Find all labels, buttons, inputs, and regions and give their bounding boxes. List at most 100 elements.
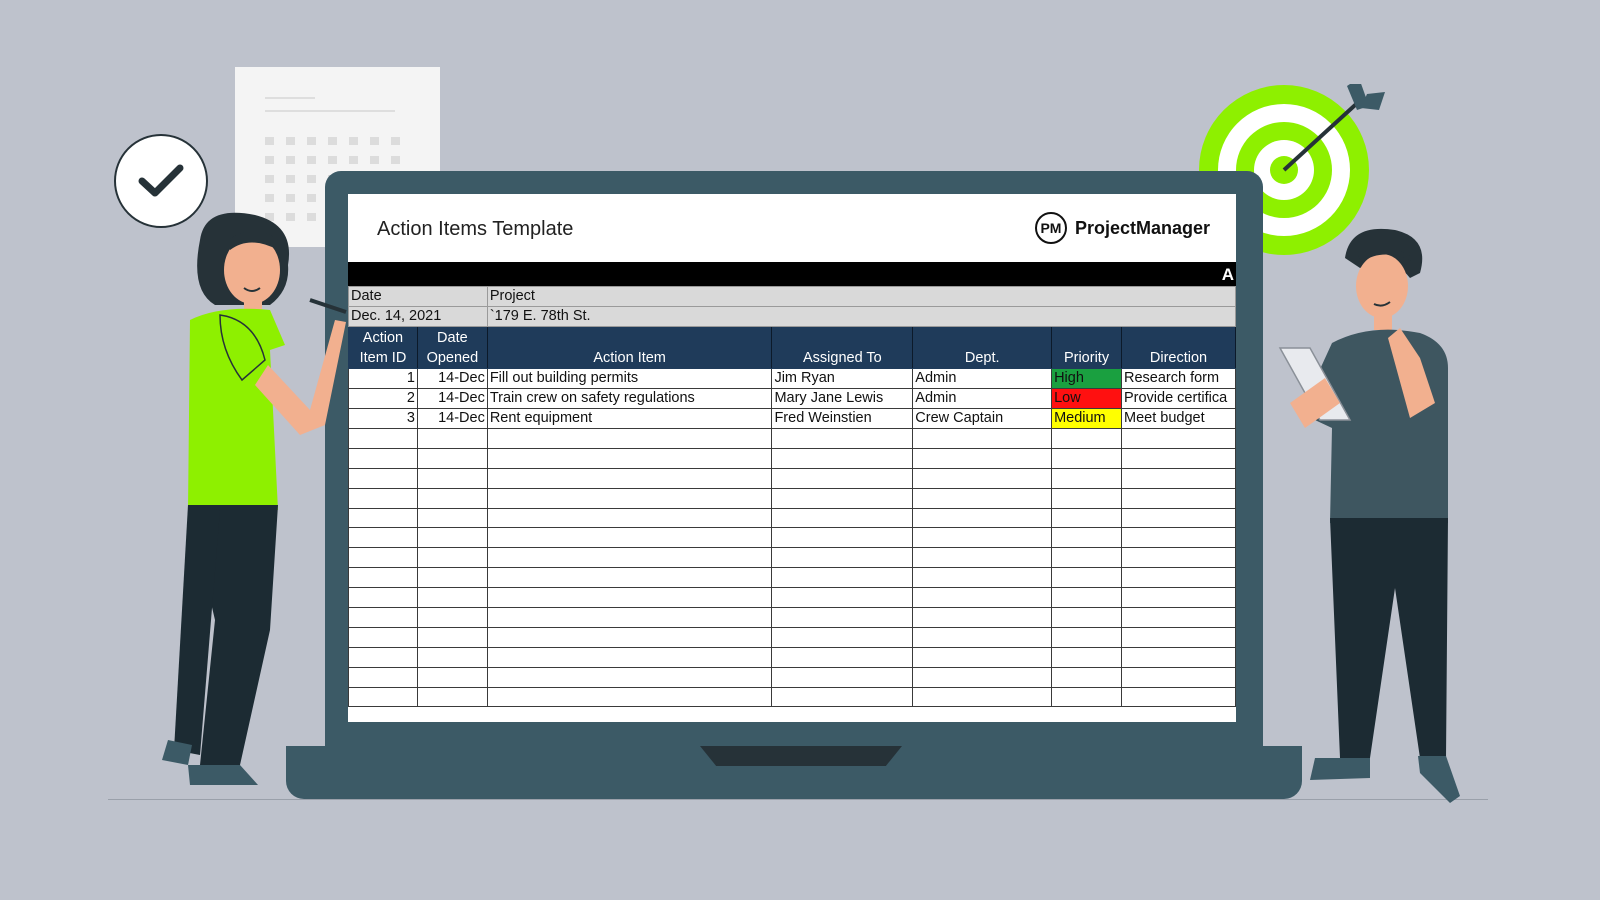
- empty-cell[interactable]: [771, 666, 914, 688]
- empty-cell[interactable]: [1051, 587, 1122, 609]
- empty-cell[interactable]: [416, 487, 488, 509]
- empty-cell[interactable]: [486, 428, 773, 449]
- empty-cell[interactable]: [1051, 547, 1122, 569]
- header-dept[interactable]: Dept.: [912, 326, 1053, 369]
- empty-cell[interactable]: [1051, 428, 1122, 449]
- empty-cell[interactable]: [416, 428, 488, 449]
- empty-cell[interactable]: [1120, 626, 1236, 648]
- header-priority[interactable]: Priority: [1051, 326, 1122, 369]
- empty-cell[interactable]: [416, 646, 488, 668]
- empty-cell[interactable]: [771, 487, 914, 509]
- empty-cell[interactable]: [416, 467, 488, 489]
- empty-cell[interactable]: [912, 686, 1053, 708]
- empty-cell[interactable]: [771, 527, 914, 549]
- empty-cell[interactable]: [1051, 467, 1122, 489]
- empty-cell[interactable]: [486, 487, 773, 509]
- cell-dept[interactable]: Crew Captain: [912, 408, 1053, 429]
- empty-cell[interactable]: [416, 587, 488, 609]
- empty-cell[interactable]: [771, 607, 914, 628]
- empty-cell[interactable]: [1120, 646, 1236, 668]
- cell-direction[interactable]: Research form: [1120, 368, 1236, 389]
- empty-cell[interactable]: [912, 547, 1053, 569]
- empty-cell[interactable]: [486, 587, 773, 609]
- empty-cell[interactable]: [912, 507, 1053, 529]
- empty-cell[interactable]: [416, 666, 488, 688]
- empty-cell[interactable]: [912, 527, 1053, 549]
- empty-cell[interactable]: [416, 527, 488, 549]
- empty-cell[interactable]: [1051, 686, 1122, 708]
- date-value[interactable]: Dec. 14, 2021: [348, 306, 488, 327]
- empty-cell[interactable]: [486, 467, 773, 489]
- cell-dept[interactable]: Admin: [912, 368, 1053, 389]
- cell-action-item[interactable]: Fill out building permits: [486, 368, 773, 389]
- empty-cell[interactable]: [912, 447, 1053, 469]
- empty-cell[interactable]: [486, 666, 773, 688]
- date-label[interactable]: Date: [348, 286, 488, 307]
- empty-cell[interactable]: [416, 607, 488, 628]
- empty-cell[interactable]: [1120, 666, 1236, 688]
- empty-cell[interactable]: [1120, 487, 1236, 509]
- empty-cell[interactable]: [771, 567, 914, 589]
- cell-date-opened[interactable]: 14-Dec: [416, 408, 488, 429]
- empty-cell[interactable]: [1051, 447, 1122, 469]
- empty-cell[interactable]: [486, 507, 773, 529]
- empty-cell[interactable]: [912, 626, 1053, 648]
- empty-cell[interactable]: [1120, 547, 1236, 569]
- empty-cell[interactable]: [1051, 527, 1122, 549]
- cell-assigned-to[interactable]: Fred Weinstien: [771, 408, 914, 429]
- empty-cell[interactable]: [416, 447, 488, 469]
- cell-assigned-to[interactable]: Jim Ryan: [771, 368, 914, 389]
- empty-cell[interactable]: [486, 686, 773, 708]
- empty-cell[interactable]: [771, 428, 914, 449]
- empty-cell[interactable]: [1051, 487, 1122, 509]
- empty-cell[interactable]: [1120, 587, 1236, 609]
- empty-cell[interactable]: [486, 646, 773, 668]
- empty-cell[interactable]: [771, 587, 914, 609]
- header-direction[interactable]: Direction: [1120, 326, 1236, 369]
- cell-date-opened[interactable]: 14-Dec: [416, 388, 488, 409]
- empty-cell[interactable]: [486, 607, 773, 628]
- cell-date-opened[interactable]: 14-Dec: [416, 368, 488, 389]
- cell-priority[interactable]: High: [1051, 368, 1122, 389]
- empty-cell[interactable]: [416, 547, 488, 569]
- header-date-opened[interactable]: Date Opened: [416, 326, 488, 369]
- empty-cell[interactable]: [1120, 467, 1236, 489]
- empty-cell[interactable]: [912, 487, 1053, 509]
- cell-action-item[interactable]: Rent equipment: [486, 408, 773, 429]
- empty-cell[interactable]: [912, 666, 1053, 688]
- cell-dept[interactable]: Admin: [912, 388, 1053, 409]
- header-action-item[interactable]: Action Item: [486, 326, 773, 369]
- project-label[interactable]: Project: [486, 286, 1236, 307]
- empty-cell[interactable]: [1120, 527, 1236, 549]
- cell-direction[interactable]: Provide certifica: [1120, 388, 1236, 409]
- empty-cell[interactable]: [1051, 567, 1122, 589]
- empty-cell[interactable]: [486, 447, 773, 469]
- empty-cell[interactable]: [771, 646, 914, 668]
- empty-cell[interactable]: [416, 686, 488, 708]
- empty-cell[interactable]: [486, 626, 773, 648]
- header-assigned-to[interactable]: Assigned To: [771, 326, 914, 369]
- empty-cell[interactable]: [912, 607, 1053, 628]
- cell-assigned-to[interactable]: Mary Jane Lewis: [771, 388, 914, 409]
- cell-priority[interactable]: Low: [1051, 388, 1122, 409]
- empty-cell[interactable]: [912, 646, 1053, 668]
- empty-cell[interactable]: [1120, 428, 1236, 449]
- empty-cell[interactable]: [771, 686, 914, 708]
- empty-cell[interactable]: [1120, 567, 1236, 589]
- empty-cell[interactable]: [1051, 646, 1122, 668]
- empty-cell[interactable]: [416, 567, 488, 589]
- empty-cell[interactable]: [771, 447, 914, 469]
- empty-cell[interactable]: [771, 626, 914, 648]
- cell-action-item[interactable]: Train crew on safety regulations: [486, 388, 773, 409]
- empty-cell[interactable]: [486, 527, 773, 549]
- empty-cell[interactable]: [1120, 447, 1236, 469]
- empty-cell[interactable]: [1120, 507, 1236, 529]
- empty-cell[interactable]: [1051, 607, 1122, 628]
- empty-cell[interactable]: [912, 467, 1053, 489]
- empty-cell[interactable]: [1051, 666, 1122, 688]
- cell-direction[interactable]: Meet budget: [1120, 408, 1236, 429]
- empty-cell[interactable]: [486, 567, 773, 589]
- project-value[interactable]: `179 E. 78th St.: [486, 306, 1236, 327]
- empty-cell[interactable]: [771, 467, 914, 489]
- empty-cell[interactable]: [1120, 686, 1236, 708]
